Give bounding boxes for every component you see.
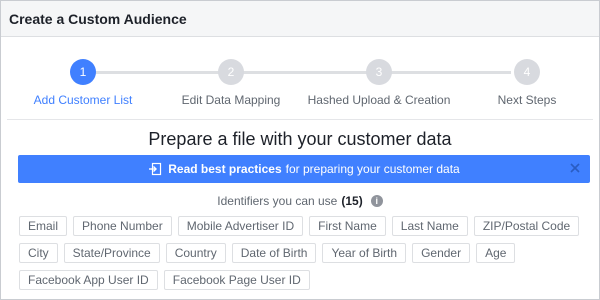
identifier-chip: Email xyxy=(19,216,68,236)
step-number-badge: 3 xyxy=(366,59,392,85)
identifier-chip: Gender xyxy=(412,243,471,263)
step-next-steps[interactable]: 4 Next Steps xyxy=(467,59,587,107)
close-icon[interactable] xyxy=(568,161,582,175)
external-link-icon xyxy=(148,162,162,176)
step-add-customer-list[interactable]: 1 Add Customer List xyxy=(23,59,143,107)
identifier-chip: ZIP/Postal Code xyxy=(473,216,580,236)
identifiers-label: Identifiers you can use xyxy=(217,194,338,208)
identifier-chip: State/Province xyxy=(63,243,160,263)
dialog-header: Create a Custom Audience xyxy=(1,1,599,37)
identifier-chip: Phone Number xyxy=(73,216,172,236)
step-label: Hashed Upload & Creation xyxy=(307,93,451,107)
step-number-badge: 2 xyxy=(218,59,244,85)
dialog-title: Create a Custom Audience xyxy=(9,10,187,27)
identifier-chip-list: Email Phone Number Mobile Advertiser ID … xyxy=(19,216,584,290)
identifier-chip: City xyxy=(19,243,58,263)
step-number-badge: 1 xyxy=(70,59,96,85)
identifiers-heading: Identifiers you can use (15) i xyxy=(1,194,599,208)
custom-audience-dialog: Create a Custom Audience 1 Add Customer … xyxy=(0,0,600,300)
identifier-chip: Age xyxy=(476,243,516,263)
step-label: Next Steps xyxy=(497,93,557,107)
identifier-chip: Facebook App User ID xyxy=(19,270,158,290)
identifier-chip: Country xyxy=(165,243,226,263)
step-number-badge: 4 xyxy=(514,59,540,85)
info-icon[interactable]: i xyxy=(370,195,383,207)
identifier-chip: Date of Birth xyxy=(231,243,317,263)
step-hashed-upload[interactable]: 3 Hashed Upload & Creation xyxy=(308,59,450,107)
step-edit-data-mapping[interactable]: 2 Edit Data Mapping xyxy=(171,59,291,107)
section-divider xyxy=(7,119,593,120)
identifier-chip: Facebook Page User ID xyxy=(163,270,310,290)
identifiers-count: (15) xyxy=(341,194,363,208)
best-practices-banner[interactable]: Read best practices for preparing your c… xyxy=(18,155,590,183)
banner-text: for preparing your customer data xyxy=(285,162,460,176)
identifier-chip: Last Name xyxy=(391,216,468,236)
identifier-chip: Year of Birth xyxy=(322,243,407,263)
progress-stepper: 1 Add Customer List 2 Edit Data Mapping … xyxy=(1,37,599,119)
identifier-chip: Mobile Advertiser ID xyxy=(177,216,304,236)
step-label: Add Customer List xyxy=(33,93,133,107)
stepper-track xyxy=(91,71,511,74)
identifier-chip: First Name xyxy=(309,216,386,236)
step-label: Edit Data Mapping xyxy=(181,93,281,107)
best-practices-link[interactable]: Read best practices xyxy=(168,162,281,176)
page-heading: Prepare a file with your customer data xyxy=(148,129,452,149)
